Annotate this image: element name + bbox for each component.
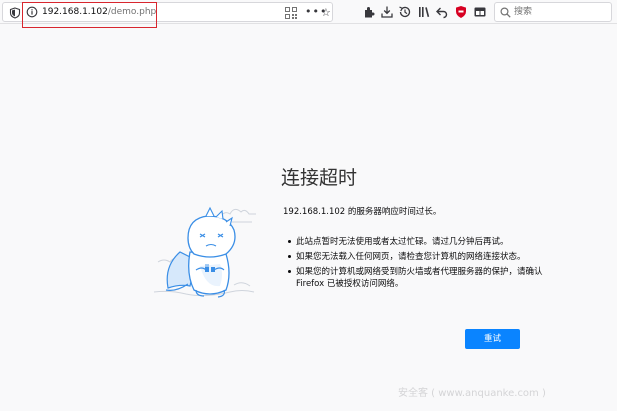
retry-button[interactable]: 重试	[465, 329, 520, 349]
dinosaur-illustration	[153, 206, 256, 298]
url-highlight-box	[22, 2, 157, 28]
shield-icon[interactable]	[9, 7, 21, 19]
error-suggestion-list: 此站点暂时无法使用或者太过忙碌。请过几分钟后再试。 如果您无法载入任何网页，请检…	[288, 236, 543, 293]
search-icon	[500, 7, 511, 18]
container-icon[interactable]	[473, 5, 487, 19]
downloads-icon[interactable]	[380, 5, 394, 19]
watermark: 安全客 ( www.anquanke.com )	[398, 388, 546, 399]
bookmark-star-icon[interactable]: ☆	[321, 6, 331, 19]
back-icon[interactable]	[435, 5, 449, 19]
list-item: 如果您的计算机或网络受到防火墙或者代理服务器的保护，请确认 Firefox 已被…	[288, 266, 543, 290]
history-icon[interactable]	[398, 5, 412, 19]
library-icon[interactable]	[417, 5, 431, 19]
list-item: 如果您无法载入任何网页，请检查您计算机的网络连接状态。	[288, 251, 543, 263]
error-lead: 192.168.1.102 的服务器响应时间过长。	[283, 207, 442, 217]
extensions-icon[interactable]	[362, 5, 376, 19]
error-title: 连接超时	[281, 167, 358, 189]
search-placeholder: 搜索	[514, 7, 533, 17]
qr-code-icon[interactable]	[285, 7, 297, 19]
addon-shield-icon[interactable]	[454, 5, 468, 19]
search-box[interactable]: 搜索	[494, 2, 612, 22]
list-item: 此站点暂时无法使用或者太过忙碌。请过几分钟后再试。	[288, 236, 543, 248]
browser-toolbar: 192.168.1.102/demo.php ••• ☆ 搜索	[0, 0, 617, 28]
